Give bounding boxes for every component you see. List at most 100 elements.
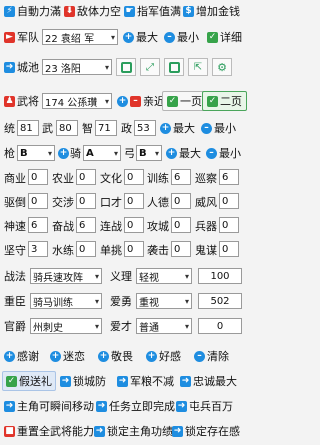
- check-icon: ✓: [207, 31, 218, 43]
- city-expand-button[interactable]: ⤢: [140, 58, 160, 76]
- weapons-min-button[interactable]: – 最小: [206, 145, 241, 161]
- coin-icon: $: [183, 5, 194, 17]
- clear-button[interactable]: – 清除: [194, 348, 229, 364]
- weapons-max-button[interactable]: + 最大: [166, 145, 201, 161]
- skill-value-field[interactable]: 0: [219, 217, 239, 233]
- skill-value-field[interactable]: 0: [124, 169, 144, 185]
- max-loyalty-button[interactable]: ➜ 忠诚最大: [180, 373, 237, 389]
- spear-select[interactable]: B: [17, 145, 55, 161]
- plus-icon: +: [58, 147, 69, 159]
- lock-defense-button[interactable]: ➜ 锁城防: [60, 373, 106, 389]
- one-page-button[interactable]: ✓ 一页: [162, 91, 207, 111]
- check-icon: ✓: [207, 95, 218, 107]
- plus-icon: +: [98, 350, 109, 362]
- office-num-field[interactable]: 0: [198, 318, 242, 334]
- arrow-right-icon: ➜: [4, 61, 15, 73]
- stats-row: 统 81 武 80 智 71 政 53 + 最大 – 最小: [4, 120, 236, 136]
- skill-value-field[interactable]: 0: [171, 241, 191, 257]
- skill-label: 交涉: [52, 196, 74, 209]
- righteous-select[interactable]: 轻视: [136, 268, 192, 284]
- skill-value-field[interactable]: 0: [171, 193, 191, 209]
- add-gold-button[interactable]: $ 增加金钱: [183, 3, 240, 19]
- weapons-row: 枪 B + 骑 A 弓 B + 最大 – 最小: [0, 142, 246, 164]
- teleport-button[interactable]: ➜ 主角可瞬间移动: [4, 398, 94, 414]
- valued-num-field[interactable]: 502: [198, 293, 242, 309]
- city-select[interactable]: 23 洛阳: [42, 59, 112, 75]
- city-save-button[interactable]: [116, 58, 136, 76]
- awe-button[interactable]: + 敬畏: [98, 348, 133, 364]
- fake-gift-button[interactable]: ✓ 假送礼: [2, 371, 56, 391]
- lock-merit-button[interactable]: ➜ 锁定主角功绩: [94, 423, 173, 439]
- skill-value-field[interactable]: 0: [124, 217, 144, 233]
- arrow-right-icon: ➜: [176, 400, 187, 412]
- gear-icon: ⚙: [217, 60, 227, 74]
- skill-value-field[interactable]: 0: [219, 193, 239, 209]
- person-icon: ♟: [4, 95, 15, 107]
- talent-select[interactable]: 普通: [136, 318, 192, 334]
- horse-select[interactable]: A: [83, 145, 121, 161]
- skill-label: 单挑: [100, 244, 122, 257]
- skill-value-field[interactable]: 0: [76, 193, 96, 209]
- valued-select[interactable]: 骑马训练: [30, 293, 102, 309]
- skill-value-field[interactable]: 0: [28, 169, 48, 185]
- skill-value-field[interactable]: 6: [219, 169, 239, 185]
- enemy-empty-button[interactable]: ⬇ 敌体力空: [64, 3, 121, 19]
- bow-select[interactable]: B: [136, 145, 162, 161]
- skill-value-field[interactable]: 0: [124, 241, 144, 257]
- general-select[interactable]: 174 公孫瓚: [42, 93, 112, 109]
- skill-label: 鬼谋: [195, 244, 217, 257]
- infatuate-button[interactable]: + 迷恋: [50, 348, 85, 364]
- army-min-button[interactable]: – 最小: [164, 29, 199, 45]
- army-max-button[interactable]: + 最大: [123, 29, 158, 45]
- skill-value-field[interactable]: 0: [171, 217, 191, 233]
- stop-icon: ■: [4, 425, 15, 437]
- tactics-select[interactable]: 骑兵速攻阵: [30, 268, 102, 284]
- city-disk-button[interactable]: [164, 58, 184, 76]
- zheng-field[interactable]: 53: [134, 120, 156, 136]
- disk-icon: [168, 61, 180, 73]
- lock-presence-button[interactable]: ➜ 锁定存在感: [172, 423, 240, 439]
- arrow-right-icon: ➜: [172, 425, 183, 437]
- food-no-decrease-button[interactable]: ➜ 军粮不减: [117, 373, 174, 389]
- skill-value-field[interactable]: 6: [171, 169, 191, 185]
- love-select[interactable]: 重视: [136, 293, 192, 309]
- million-troops-button[interactable]: ➜ 屯兵百万: [176, 398, 233, 414]
- tactics-num-field[interactable]: 100: [198, 268, 242, 284]
- skill-value-field[interactable]: 0: [28, 193, 48, 209]
- skill-label: 奋战: [52, 220, 74, 233]
- skill-value-field[interactable]: 0: [124, 193, 144, 209]
- skill-label: 文化: [100, 172, 122, 185]
- city-export-button[interactable]: ⇱: [188, 58, 208, 76]
- skill-value-field[interactable]: 6: [76, 217, 96, 233]
- wu-field[interactable]: 80: [56, 120, 78, 136]
- thank-button[interactable]: + 感谢: [4, 348, 39, 364]
- stats-max-button[interactable]: + 最大: [160, 120, 195, 136]
- minus-icon: –: [201, 122, 212, 134]
- fill-value-button[interactable]: ☛ 指军值满: [124, 3, 181, 19]
- hand-icon: ☛: [124, 5, 135, 17]
- complete-task-button[interactable]: ➜ 任务立即完成: [96, 398, 175, 414]
- army-select[interactable]: 22 袁绍 军: [42, 29, 118, 45]
- auto-full-button[interactable]: ⚡ 自動力滿: [4, 3, 61, 19]
- zhi-field[interactable]: 71: [95, 120, 117, 136]
- skill-label: 巡察: [195, 172, 217, 185]
- office-select[interactable]: 州刺史: [30, 318, 102, 334]
- tong-field[interactable]: 81: [17, 120, 39, 136]
- skill-value-field[interactable]: 3: [28, 241, 48, 257]
- skill-value-field[interactable]: 0: [76, 241, 96, 257]
- skill-value-field[interactable]: 6: [28, 217, 48, 233]
- city-row: ➜ 城池 23 洛阳 ⤢ ⇱ ⚙: [0, 55, 246, 79]
- arrow-down-icon: ⬇: [64, 5, 75, 17]
- close-button[interactable]: + – 亲近: [117, 93, 165, 109]
- skill-value-field[interactable]: 0: [219, 241, 239, 257]
- army-detail-button[interactable]: ✓ 详细: [207, 29, 242, 45]
- city-settings-button[interactable]: ⚙: [212, 58, 232, 76]
- plus-icon: +: [117, 95, 128, 107]
- two-page-button[interactable]: ✓ 二页: [202, 91, 247, 111]
- stats-min-button[interactable]: – 最小: [201, 120, 236, 136]
- favor-button[interactable]: + 好感: [146, 348, 181, 364]
- reset-generals-button[interactable]: ■ 重置全武将能力: [4, 423, 94, 439]
- plus-icon: +: [123, 31, 134, 43]
- skill-value-field[interactable]: 0: [76, 169, 96, 185]
- skill-label: 连战: [100, 220, 122, 233]
